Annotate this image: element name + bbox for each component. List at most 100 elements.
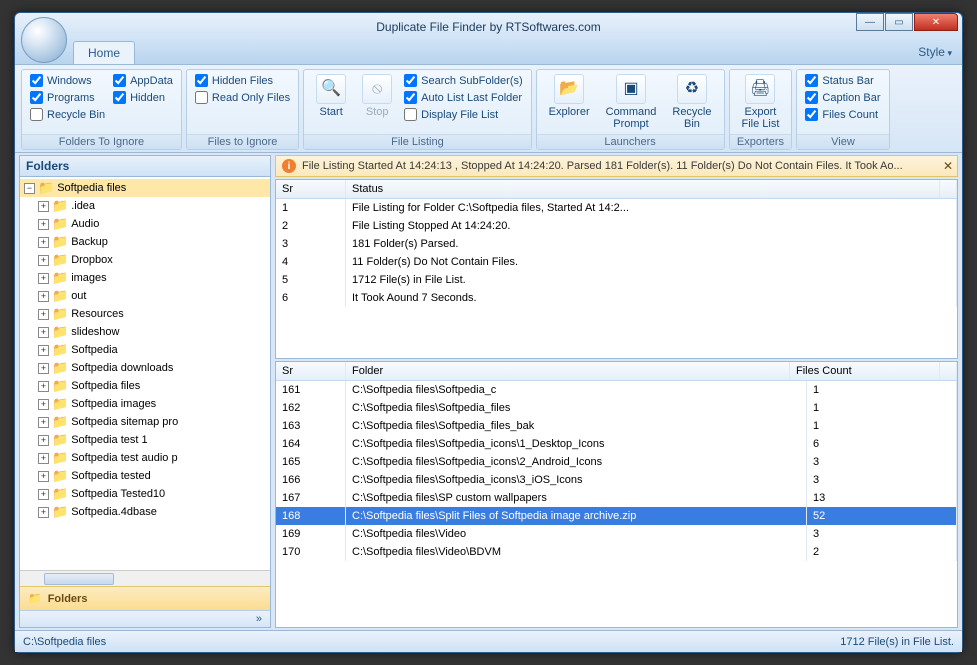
chk-programs[interactable]: Programs <box>30 91 105 104</box>
tree-item[interactable]: +📁Softpedia images <box>20 395 270 413</box>
status-row[interactable]: 51712 File(s) in File List. <box>276 271 957 289</box>
folder-row[interactable]: 163C:\Softpedia files\Softpedia_files_ba… <box>276 417 957 435</box>
tree-item[interactable]: +📁.idea <box>20 197 270 215</box>
close-button[interactable]: ✕ <box>914 13 958 31</box>
folder-row[interactable]: 167C:\Softpedia files\SP custom wallpape… <box>276 489 957 507</box>
tree-item[interactable]: +📁Softpedia downloads <box>20 359 270 377</box>
chk-windows[interactable]: Windows <box>30 74 105 87</box>
minimize-button[interactable]: ― <box>856 13 884 31</box>
folder-icon: 📁 <box>52 450 68 466</box>
recycle-bin-button[interactable]: ♻ Recycle Bin <box>668 74 715 130</box>
expand-icon[interactable]: + <box>38 201 49 212</box>
expand-icon[interactable]: + <box>38 381 49 392</box>
tree-item[interactable]: +📁Softpedia Tested10 <box>20 485 270 503</box>
expand-icon[interactable]: + <box>38 291 49 302</box>
status-grid-body[interactable]: 1File Listing for Folder C:\Softpedia fi… <box>276 199 957 358</box>
style-dropdown[interactable]: Style <box>918 45 952 59</box>
folder-open-icon: 📂 <box>554 74 584 104</box>
content-area: Folders −📁Softpedia files+📁.idea+📁Audio+… <box>15 153 962 630</box>
tree-item[interactable]: +📁images <box>20 269 270 287</box>
chk-hidden-folders[interactable]: Hidden <box>113 91 173 104</box>
expand-icon[interactable]: + <box>38 273 49 284</box>
chk-auto-list-last[interactable]: Auto List Last Folder <box>404 91 523 104</box>
panel-expand-button[interactable]: » <box>20 610 270 627</box>
folder-row[interactable]: 165C:\Softpedia files\Softpedia_icons\2_… <box>276 453 957 471</box>
tree-item[interactable]: +📁Resources <box>20 305 270 323</box>
tree-item[interactable]: +📁Audio <box>20 215 270 233</box>
chk-display-file-list[interactable]: Display File List <box>404 108 523 121</box>
tree-item[interactable]: +📁Softpedia test audio p <box>20 449 270 467</box>
expand-icon[interactable]: + <box>38 219 49 230</box>
status-row[interactable]: 2File Listing Stopped At 14:24:20. <box>276 217 957 235</box>
chk-appdata[interactable]: AppData <box>113 74 173 87</box>
start-button[interactable]: 🔍 Start <box>312 74 350 118</box>
folder-row[interactable]: 161C:\Softpedia files\Softpedia_c1 <box>276 381 957 399</box>
status-row[interactable]: 411 Folder(s) Do Not Contain Files. <box>276 253 957 271</box>
tree-item[interactable]: +📁Softpedia.4dbase <box>20 503 270 521</box>
command-prompt-button[interactable]: ▣ Command Prompt <box>602 74 661 130</box>
chk-readonly-files[interactable]: Read Only Files <box>195 91 290 104</box>
expand-icon[interactable]: + <box>38 399 49 410</box>
chk-search-subfolders[interactable]: Search SubFolder(s) <box>404 74 523 87</box>
chk-recycle-bin[interactable]: Recycle Bin <box>30 108 105 121</box>
folders-footer-button[interactable]: 📁Folders <box>20 586 270 610</box>
folders-panel: Folders −📁Softpedia files+📁.idea+📁Audio+… <box>19 155 271 628</box>
expand-icon[interactable]: + <box>38 237 49 248</box>
folder-icon: 📁 <box>52 288 68 304</box>
stop-button[interactable]: ⦸ Stop <box>358 74 396 118</box>
expand-icon[interactable]: + <box>38 417 49 428</box>
group-launchers: 📂 Explorer ▣ Command Prompt ♻ Recycle Bi… <box>536 69 725 150</box>
chk-hidden-files[interactable]: Hidden Files <box>195 74 290 87</box>
expand-icon[interactable]: + <box>38 255 49 266</box>
folder-tree[interactable]: −📁Softpedia files+📁.idea+📁Audio+📁Backup+… <box>20 177 270 570</box>
expand-icon[interactable]: + <box>38 453 49 464</box>
close-infobar-button[interactable]: ✕ <box>943 159 953 173</box>
tree-item[interactable]: +📁Softpedia test 1 <box>20 431 270 449</box>
folder-row[interactable]: 169C:\Softpedia files\Video3 <box>276 525 957 543</box>
expand-icon[interactable]: + <box>38 435 49 446</box>
tree-item[interactable]: +📁Dropbox <box>20 251 270 269</box>
status-grid-header[interactable]: Sr Status <box>276 180 957 199</box>
tree-item[interactable]: +📁out <box>20 287 270 305</box>
tree-item[interactable]: +📁Backup <box>20 233 270 251</box>
export-file-list-button[interactable]: 🖨 Export File List <box>738 74 784 130</box>
status-row[interactable]: 1File Listing for Folder C:\Softpedia fi… <box>276 199 957 217</box>
tree-item[interactable]: +📁Softpedia tested <box>20 467 270 485</box>
status-row[interactable]: 6It Took Aound 7 Seconds. <box>276 289 957 307</box>
expand-icon[interactable]: + <box>38 309 49 320</box>
folder-icon: 📁 <box>52 360 68 376</box>
folder-row[interactable]: 168C:\Softpedia files\Split Files of Sof… <box>276 507 957 525</box>
expand-icon[interactable]: + <box>38 507 49 518</box>
status-path: C:\Softpedia files <box>23 636 106 648</box>
tree-item[interactable]: +📁Softpedia <box>20 341 270 359</box>
chk-status-bar[interactable]: Status Bar <box>805 74 880 87</box>
folder-grid-header[interactable]: Sr Folder Files Count <box>276 362 957 381</box>
expand-icon[interactable]: + <box>38 345 49 356</box>
maximize-button[interactable]: ▭ <box>885 13 913 31</box>
statusbar: C:\Softpedia files 1712 File(s) in File … <box>15 630 962 652</box>
expand-icon[interactable]: + <box>38 363 49 374</box>
tree-horizontal-scrollbar[interactable] <box>20 570 270 586</box>
status-row[interactable]: 3181 Folder(s) Parsed. <box>276 235 957 253</box>
chk-files-count[interactable]: Files Count <box>805 108 880 121</box>
expand-icon[interactable]: + <box>38 489 49 500</box>
folder-grid-body[interactable]: 161C:\Softpedia files\Softpedia_c1162C:\… <box>276 381 957 627</box>
ribbon: Windows Programs Recycle Bin AppData Hid… <box>15 65 962 153</box>
collapse-icon[interactable]: − <box>24 183 35 194</box>
folder-row[interactable]: 164C:\Softpedia files\Softpedia_icons\1_… <box>276 435 957 453</box>
tree-item[interactable]: +📁Softpedia sitemap pro <box>20 413 270 431</box>
expand-icon[interactable]: + <box>38 471 49 482</box>
expand-icon[interactable]: + <box>38 327 49 338</box>
tree-item[interactable]: +📁Softpedia files <box>20 377 270 395</box>
app-orb-button[interactable] <box>21 17 67 63</box>
titlebar[interactable]: Duplicate File Finder by RTSoftwares.com… <box>15 13 962 41</box>
tab-home[interactable]: Home <box>73 41 135 64</box>
tree-item[interactable]: +📁slideshow <box>20 323 270 341</box>
folder-row[interactable]: 170C:\Softpedia files\Video\BDVM2 <box>276 543 957 561</box>
explorer-button[interactable]: 📂 Explorer <box>545 74 594 118</box>
chk-caption-bar[interactable]: Caption Bar <box>805 91 880 104</box>
folder-row[interactable]: 166C:\Softpedia files\Softpedia_icons\3_… <box>276 471 957 489</box>
folder-row[interactable]: 162C:\Softpedia files\Softpedia_files1 <box>276 399 957 417</box>
tree-root[interactable]: −📁Softpedia files <box>20 179 270 197</box>
status-grid: Sr Status 1File Listing for Folder C:\So… <box>275 179 958 359</box>
